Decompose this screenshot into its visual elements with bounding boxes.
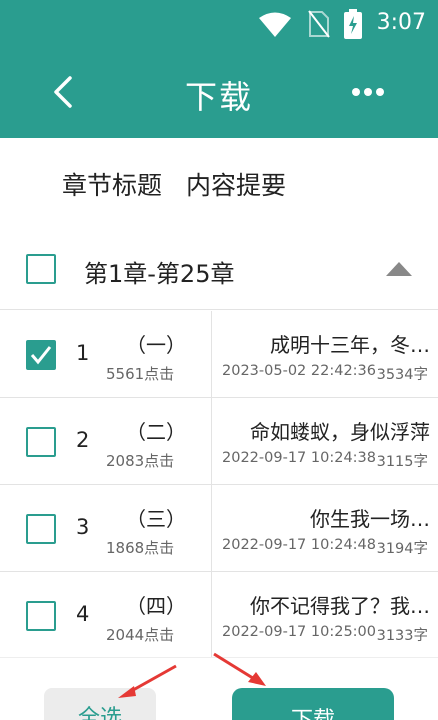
- tab-chapter-title[interactable]: 章节标题: [62, 166, 162, 202]
- column-divider: [211, 398, 212, 485]
- chapter-checkbox[interactable]: [26, 427, 56, 457]
- chapter-row[interactable]: 1 （一） 5561点击 成明十三年，冬… 2023-05-02 22:42:3…: [0, 311, 438, 398]
- column-divider: [211, 485, 212, 572]
- chapter-date: 2022-09-17 10:24:38: [222, 450, 376, 466]
- chapter-row[interactable]: 4 （四） 2044点击 你不记得我了？我… 2022-09-17 10:25:…: [0, 572, 438, 659]
- view-tabs: 章节标题 内容提要: [0, 138, 438, 234]
- column-divider: [211, 572, 212, 659]
- chapter-date: 2023-05-02 22:42:36: [222, 363, 376, 379]
- status-time: 3:07: [376, 10, 426, 35]
- chapter-clicks: 5561点击: [106, 365, 175, 383]
- chapter-clicks: 2083点击: [106, 452, 175, 470]
- chapter-checkbox[interactable]: [26, 340, 56, 370]
- chapter-clicks: 2044点击: [106, 626, 175, 644]
- annotation-arrow-left: [118, 664, 177, 698]
- chapter-word-count: 3133字: [376, 628, 428, 644]
- more-options-icon[interactable]: [348, 82, 388, 102]
- chapter-number: 1: [76, 341, 90, 365]
- chapter-title: （二）: [126, 420, 186, 444]
- chapter-number: 4: [76, 602, 90, 626]
- chapter-date: 2022-09-17 10:24:48: [222, 537, 376, 553]
- chapter-title: （一）: [126, 333, 186, 357]
- battery-charging-icon: [344, 9, 362, 39]
- chapter-number: 2: [76, 428, 90, 452]
- chapter-group-header[interactable]: 第1章-第25章: [0, 234, 438, 310]
- chapter-checkbox[interactable]: [26, 514, 56, 544]
- chapter-word-count: 3115字: [376, 454, 428, 470]
- tab-content-summary[interactable]: 内容提要: [186, 166, 286, 202]
- chapter-row[interactable]: 3 （三） 1868点击 你生我一场… 2022-09-17 10:24:48 …: [0, 485, 438, 572]
- chapter-title: （三）: [126, 507, 186, 531]
- chapter-word-count: 3194字: [376, 541, 428, 557]
- chapter-title: （四）: [126, 594, 186, 618]
- chapter-summary: 你生我一场…: [310, 507, 430, 531]
- collapse-triangle-icon[interactable]: [386, 262, 412, 276]
- annotation-arrow-right: [213, 652, 266, 686]
- group-checkbox[interactable]: [26, 254, 56, 284]
- chapter-date: 2022-09-17 10:25:00: [222, 624, 376, 640]
- check-icon: [30, 346, 52, 365]
- chapter-word-count: 3534字: [376, 367, 428, 383]
- no-sim-icon: [308, 10, 330, 38]
- wifi-icon: [259, 12, 291, 37]
- chapter-row[interactable]: 2 （二） 2083点击 命如蝼蚁，身似浮萍 2022-09-17 10:24:…: [0, 398, 438, 485]
- chapter-number: 3: [76, 515, 90, 539]
- status-bar: 3:07: [0, 0, 438, 48]
- chapter-summary: 成明十三年，冬…: [270, 333, 430, 357]
- column-divider: [211, 311, 212, 398]
- chapter-summary: 命如蝼蚁，身似浮萍: [250, 420, 430, 444]
- chapter-summary: 你不记得我了？我…: [250, 594, 430, 618]
- app-bar: 下载: [0, 48, 438, 138]
- group-title: 第1章-第25章: [84, 260, 235, 288]
- download-button[interactable]: 下载: [232, 688, 394, 720]
- chapter-checkbox[interactable]: [26, 601, 56, 631]
- chapter-clicks: 1868点击: [106, 539, 175, 557]
